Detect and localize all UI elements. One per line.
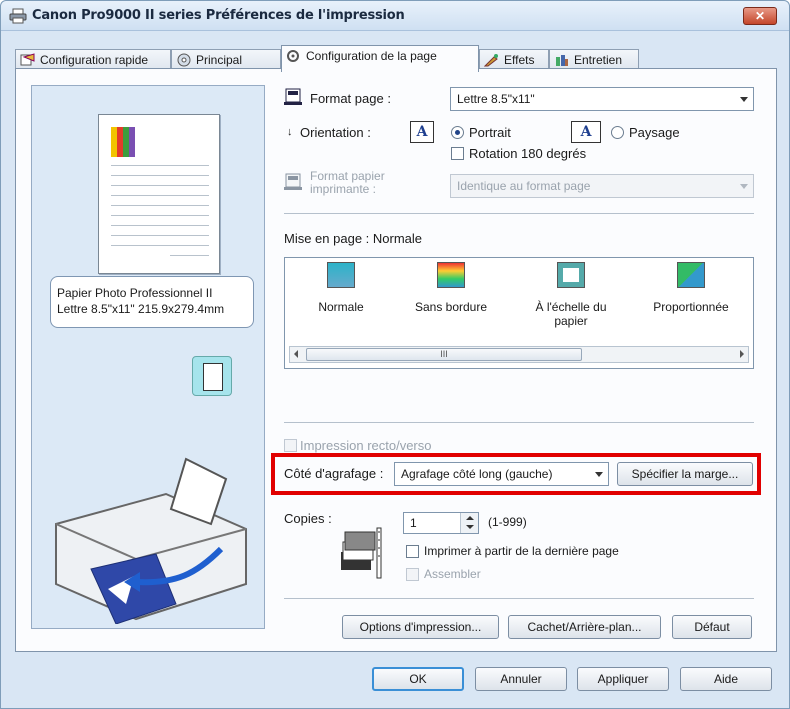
copies-value: 1 <box>410 516 417 530</box>
portrait-label[interactable]: Portrait <box>469 125 511 140</box>
preview-pane: Papier Photo Professionnel II Lettre 8.5… <box>31 85 265 629</box>
page-size-select[interactable]: Lettre 8.5"x11" <box>450 87 754 111</box>
chevron-down-icon <box>740 97 748 102</box>
layout-item-label: À l'échelle du papier <box>535 300 607 328</box>
ok-button[interactable]: OK <box>372 667 464 691</box>
tab-label: Configuration rapide <box>40 53 149 67</box>
printer-illustration-icon <box>55 457 247 624</box>
paper-preview <box>98 114 220 274</box>
media-info-box: Papier Photo Professionnel II Lettre 8.5… <box>50 276 254 328</box>
preview-color-bars <box>111 127 135 157</box>
printer-paper-size-label: Format papier imprimante : <box>310 169 385 196</box>
printer-paper-size-icon <box>284 173 302 190</box>
collate-checkbox[interactable] <box>406 568 419 581</box>
preview-text-lines <box>111 165 209 265</box>
landscape-label[interactable]: Paysage <box>629 125 680 140</box>
orientation-bullet: ↓ <box>287 126 293 138</box>
landscape-icon: A <box>571 121 601 143</box>
portrait-radio[interactable] <box>451 126 464 139</box>
layout-fit-to-paper-icon <box>557 262 585 288</box>
page-setup-icon <box>287 50 299 62</box>
orientation-label: Orientation : <box>300 125 371 140</box>
tab-label: Entretien <box>574 53 623 67</box>
duplex-label: Impression recto/verso <box>300 438 432 453</box>
page-layout-label: Mise en page : Normale <box>284 231 423 246</box>
print-preferences-window: Canon Pro9000 II series Préférences de l… <box>0 0 790 709</box>
media-size-text: Lettre 8.5"x11" 215.9x279.4mm <box>57 302 225 316</box>
spin-arrows-icon[interactable] <box>460 513 478 533</box>
layout-borderless-item[interactable]: Sans bordure <box>401 262 501 314</box>
layout-borderless-icon <box>437 262 465 288</box>
landscape-radio[interactable] <box>611 126 624 139</box>
orientation-preview-icon <box>192 356 232 396</box>
cancel-button[interactable]: Annuler <box>475 667 567 691</box>
defaults-button[interactable]: Défaut <box>672 615 752 639</box>
print-from-last-page-checkbox[interactable] <box>406 545 419 558</box>
window-title: Canon Pro9000 II series Préférences de l… <box>32 8 405 23</box>
media-type-text: Papier Photo Professionnel II <box>57 286 213 300</box>
layout-item-label: Normale <box>318 300 364 314</box>
help-button[interactable]: Aide <box>680 667 772 691</box>
copies-spinner[interactable]: 1 <box>403 512 479 534</box>
tab-label: Effets <box>504 53 535 67</box>
divider <box>284 598 754 599</box>
copies-label: Copies : <box>284 511 332 526</box>
print-options-button[interactable]: Options d'impression... <box>342 615 499 639</box>
portrait-icon: A <box>410 121 434 143</box>
page-layout-list[interactable]: Normale Sans bordure À l'échelle du papi… <box>284 257 754 369</box>
layout-item-label: Proportionnée <box>653 300 729 314</box>
collate-label: Assembler <box>424 567 481 581</box>
title-bar[interactable]: Canon Pro9000 II series Préférences de l… <box>1 1 789 31</box>
maintenance-icon <box>556 55 568 66</box>
layout-horizontal-scrollbar[interactable]: III <box>289 346 749 363</box>
scroll-right-icon[interactable] <box>740 350 744 358</box>
effects-icon <box>484 54 498 67</box>
layout-normal-icon <box>327 262 355 288</box>
divider <box>284 213 754 214</box>
rotate-180-checkbox[interactable] <box>451 147 464 160</box>
stamp-background-button[interactable]: Cachet/Arrière-plan... <box>508 615 661 639</box>
printer-paper-size-select[interactable]: Identique au format page <box>450 174 754 198</box>
chevron-down-icon <box>740 184 748 189</box>
layout-normal-item[interactable]: Normale <box>291 262 391 314</box>
page-size-value: Lettre 8.5"x11" <box>457 92 535 106</box>
close-button[interactable]: ✕ <box>743 7 777 25</box>
divider <box>284 422 754 423</box>
layout-fit-to-paper-item[interactable]: À l'échelle du papier <box>521 262 621 328</box>
printer-paper-size-value: Identique au format page <box>457 179 591 193</box>
rotate-180-label[interactable]: Rotation 180 degrés <box>469 146 586 161</box>
main-tab-icon <box>177 53 191 67</box>
quick-setup-icon <box>20 53 35 66</box>
copies-range: (1-999) <box>488 515 527 529</box>
tab-label: Configuration de la page <box>306 49 437 63</box>
copies-stack-icon <box>341 527 382 579</box>
tab-label: Principal <box>196 53 243 67</box>
scrollbar-thumb[interactable]: III <box>306 348 582 361</box>
scroll-left-icon[interactable] <box>294 350 298 358</box>
page-size-icon <box>284 88 302 105</box>
layout-item-label: Sans bordure <box>414 300 488 314</box>
print-from-last-page-label[interactable]: Imprimer à partir de la dernière page <box>424 544 619 558</box>
layout-scaled-item[interactable]: Proportionnée <box>641 262 741 314</box>
printer-icon <box>9 8 27 24</box>
duplex-checkbox[interactable] <box>284 439 297 452</box>
highlight-box <box>271 453 761 495</box>
layout-scaled-icon <box>677 262 705 288</box>
page-size-label: Format page : <box>310 91 391 106</box>
apply-button[interactable]: Appliquer <box>577 667 669 691</box>
tab-page-setup[interactable]: Configuration de la page <box>281 45 479 72</box>
